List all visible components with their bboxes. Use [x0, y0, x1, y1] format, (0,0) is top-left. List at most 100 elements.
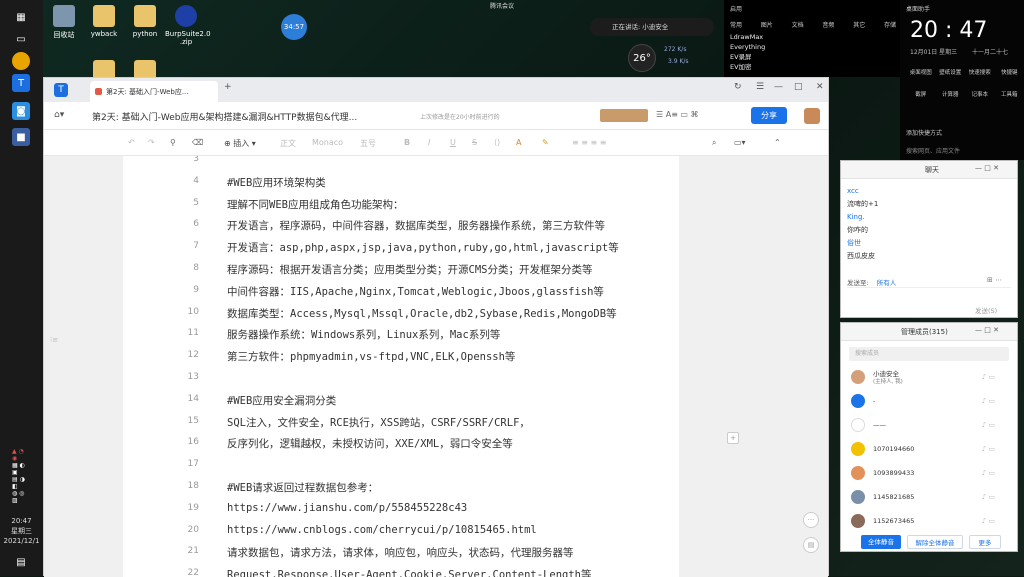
document-page[interactable]: 34#WEB应用环境架构类5理解不同WEB应用组成角色功能架构：6开发语言，程序…	[123, 156, 679, 577]
document-line[interactable]: 11服务器操作系统：Windows系列，Linux系列，Mac系列等	[123, 324, 679, 344]
document-line[interactable]: 15SQL注入，文件安全，RCE执行，XSS跨站，CSRF/SSRF/CRLF，	[123, 412, 679, 432]
maximize-button[interactable]: □	[794, 82, 803, 92]
widget-item[interactable]: 壁纸设置	[936, 68, 966, 76]
windows-start-icon[interactable]: ▦	[12, 8, 30, 26]
document-line[interactable]: 18#WEB请求返回过程数据包参考：	[123, 477, 679, 497]
app2-icon[interactable]: ■	[12, 128, 30, 146]
bold-icon[interactable]: B	[404, 138, 410, 147]
sync-icon[interactable]: ↻	[734, 82, 742, 92]
document-line[interactable]: 4#WEB应用环境架构类	[123, 172, 679, 192]
list-icon[interactable]: ≡ ≡ ≡ ≡	[572, 138, 606, 147]
more-tools-icon[interactable]: ▭▾	[734, 138, 746, 147]
desktop-icon-python[interactable]: python	[125, 5, 165, 38]
timer-badge[interactable]: 34:57	[281, 14, 307, 40]
launcher-app[interactable]: LdrawMax	[730, 32, 765, 42]
launcher-app[interactable]: EV录屏	[730, 52, 765, 62]
attach-icons[interactable]: ⊞ ⋯	[987, 276, 1002, 284]
chat-window-controls[interactable]: — □ ✕	[975, 164, 999, 172]
launcher-tab[interactable]: 存储	[884, 20, 896, 29]
expand-icon[interactable]: ⌃	[774, 138, 781, 147]
underline-icon[interactable]: U	[450, 138, 456, 147]
highlight-icon[interactable]: ✎	[542, 138, 549, 147]
mic-camera-icon[interactable]: ♪ ▭	[982, 517, 995, 525]
taskbar-time[interactable]: 20:47	[0, 516, 43, 526]
member-row[interactable]: 1152673465♪ ▭	[841, 509, 1017, 533]
more-options-icon[interactable]: ···	[803, 512, 819, 528]
widget-item[interactable]: 快捷键	[995, 68, 1024, 76]
home-icon[interactable]: ⌂▾	[54, 110, 64, 120]
size-select[interactable]: 五号	[360, 138, 376, 149]
member-row[interactable]: ——♪ ▭	[841, 413, 1017, 437]
desktop-icon-burp[interactable]: BurpSuite2.0 .zip	[165, 5, 207, 46]
layout-icon[interactable]: ▤	[803, 537, 819, 553]
font-select[interactable]: Monaco	[312, 138, 343, 147]
mic-camera-icon[interactable]: ♪ ▭	[982, 493, 995, 501]
launcher-tab[interactable]: 图片	[761, 20, 773, 29]
document-line[interactable]: 17	[123, 455, 679, 475]
document-line[interactable]: 8程序源码：根据开发语言分类；应用类型分类；开源CMS分类；开发框架分类等	[123, 259, 679, 279]
widget-item[interactable]: 桌面视图	[906, 68, 936, 76]
document-line[interactable]: 12第三方软件：phpmyadmin,vs-ftpd,VNC,ELK,Opens…	[123, 346, 679, 366]
document-line[interactable]: 16反序列化，逻辑越权，未授权访问，XXE/XML，弱口令安全等	[123, 433, 679, 453]
user-avatar[interactable]	[804, 108, 820, 124]
document-line[interactable]: 13	[123, 368, 679, 388]
mic-camera-icon[interactable]: ♪ ▭	[982, 397, 995, 405]
document-line[interactable]: 3	[123, 156, 679, 170]
widget-item[interactable]: 截屏	[906, 90, 936, 98]
member-row[interactable]: 1070194660♪ ▭	[841, 437, 1017, 461]
member-row[interactable]: 小迪安全(主持人, 我)♪ ▭	[841, 365, 1017, 389]
send-button[interactable]: 发送(S)	[975, 305, 997, 315]
launcher-tab[interactable]: 常用	[730, 20, 742, 29]
document-line[interactable]: 19https://www.jianshu.com/p/558455228c43	[123, 499, 679, 519]
close-button[interactable]: ✕	[816, 82, 824, 92]
search-icon[interactable]: ⌕	[712, 138, 716, 148]
document-tab[interactable]: 第2天: 基础入门-Web应...	[90, 81, 218, 102]
document-line[interactable]: 21请求数据包，请求方法，请求体，响应包，响应头，状态码，代理服务器等	[123, 542, 679, 562]
undo-icon[interactable]: ↶	[128, 138, 135, 147]
tray-icons-4[interactable]: ◍ ◎ ▨	[12, 488, 30, 506]
chrome-icon[interactable]	[12, 52, 30, 70]
comment-icon[interactable]: ☰ A≡ ▭ ⌘	[656, 110, 699, 119]
mic-camera-icon[interactable]: ♪ ▭	[982, 373, 995, 381]
add-comment-icon[interactable]: +	[727, 432, 739, 444]
widget-item[interactable]: 工具箱	[995, 90, 1024, 98]
widget-item[interactable]: 计算器	[936, 90, 966, 98]
launcher-app[interactable]: Everything	[730, 42, 765, 52]
document-line[interactable]: 7开发语言：asp,php,aspx,jsp,java,python,ruby,…	[123, 237, 679, 257]
strikethrough-icon[interactable]: S	[472, 138, 477, 147]
redo-icon[interactable]: ↷	[148, 138, 155, 147]
font-color-icon[interactable]: A	[516, 138, 521, 147]
format-painter-icon[interactable]: ⚲	[170, 138, 176, 147]
member-search[interactable]: 搜索成员	[849, 347, 1009, 361]
launcher-tab[interactable]: 文档	[792, 20, 804, 29]
task-view-icon[interactable]: ▭	[12, 30, 30, 48]
mic-camera-icon[interactable]: ♪ ▭	[982, 445, 995, 453]
italic-icon[interactable]: I	[428, 138, 430, 147]
member-row[interactable]: -♪ ▭	[841, 389, 1017, 413]
document-line[interactable]: 9中间件容器：IIS,Apache,Nginx,Tomcat,Weblogic,…	[123, 281, 679, 301]
notification-icon[interactable]: ▤	[12, 553, 30, 571]
members-window-controls[interactable]: — □ ✕	[975, 326, 999, 334]
launcher-tab[interactable]: 其它	[853, 20, 865, 29]
app-logo-icon[interactable]: T	[54, 83, 68, 97]
widget-item[interactable]: 记事本	[965, 90, 995, 98]
launcher-tab[interactable]: 音频	[822, 20, 834, 29]
document-line[interactable]: 10数据库类型：Access,Mysql,Mssql,Oracle,db2,Sy…	[123, 303, 679, 323]
member-row[interactable]: 1145821685♪ ▭	[841, 485, 1017, 509]
document-line[interactable]: 6开发语言，程序源码，中间件容器，数据库类型，服务器操作系统，第三方软件等	[123, 215, 679, 235]
menu-icon[interactable]: ☰	[756, 82, 764, 92]
minimize-button[interactable]: —	[774, 82, 783, 92]
document-line[interactable]: 20https://www.cnblogs.com/cherrycui/p/10…	[123, 521, 679, 541]
widget-search[interactable]: 搜索网页、应用文件	[906, 146, 960, 155]
desktop-icon-recycle[interactable]: 回收站	[44, 5, 84, 40]
app-icon[interactable]: T	[12, 74, 30, 92]
desktop-icon-ywback[interactable]: ywback	[84, 5, 124, 38]
doc-title[interactable]: 第2天: 基础入门-Web应用&架构搭建&漏洞&HTTP数据包&代理...	[92, 110, 357, 123]
document-line[interactable]: 22Request,Response,User-Agent,Cookie,Ser…	[123, 564, 679, 577]
code-icon[interactable]: ⟨⟩	[494, 138, 500, 147]
member-row[interactable]: 1093899433♪ ▭	[841, 461, 1017, 485]
send-to-select[interactable]: 所有人	[877, 279, 897, 287]
document-line[interactable]: 14#WEB应用安全漏洞分类	[123, 390, 679, 410]
insert-menu[interactable]: ⊕ 插入 ▾	[224, 138, 256, 149]
new-tab-button[interactable]: +	[224, 82, 232, 92]
